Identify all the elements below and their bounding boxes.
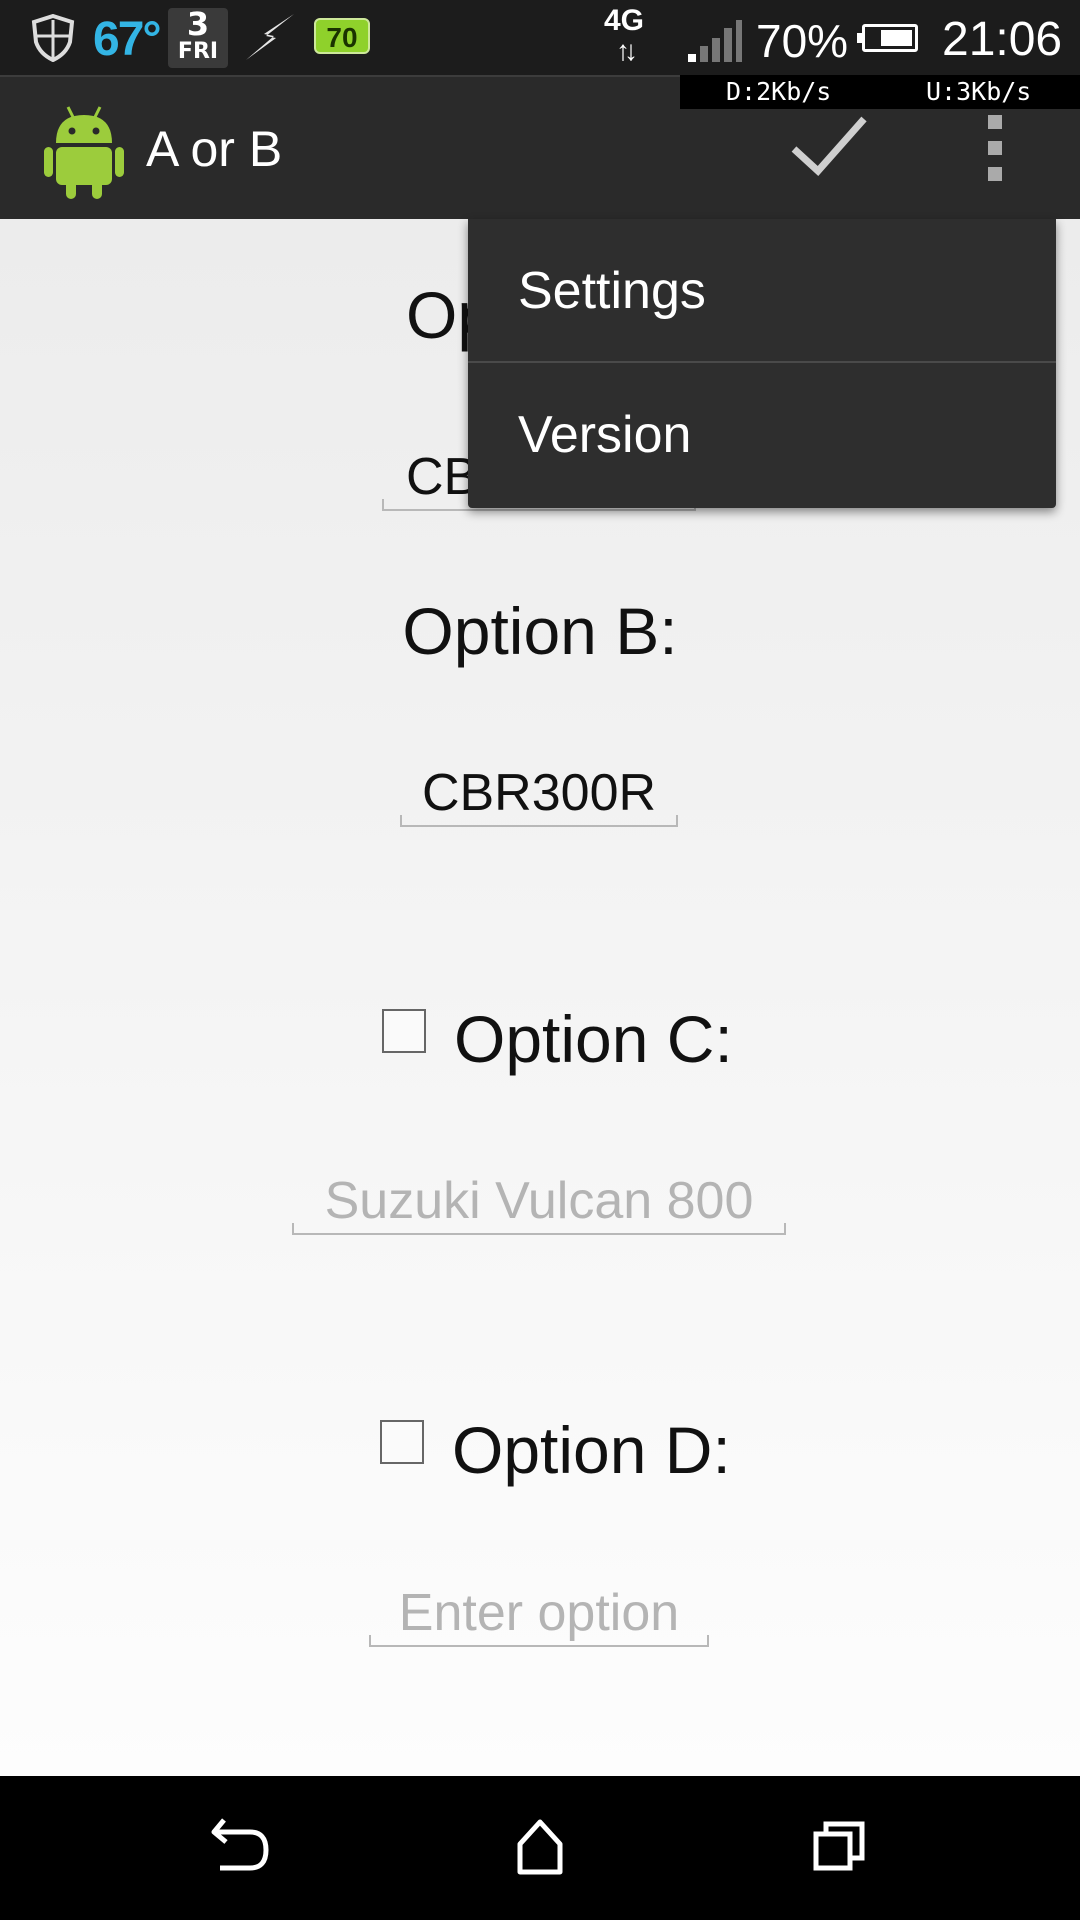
- recents-icon: [813, 1821, 865, 1871]
- date-day: FRI: [177, 39, 219, 64]
- back-button[interactable]: [180, 1806, 300, 1890]
- option-c-checkbox[interactable]: [382, 1009, 426, 1053]
- date-widget: 3 FRI: [168, 8, 228, 68]
- signal-icon: [686, 18, 744, 69]
- temperature-text: 67°: [93, 13, 162, 66]
- network-type: 4G: [604, 4, 645, 37]
- data-arrows-icon: ↑↓: [616, 35, 638, 66]
- clock: 21:06: [942, 13, 1063, 66]
- option-d-field[interactable]: Enter option: [369, 1581, 709, 1647]
- home-icon: [517, 1819, 563, 1875]
- battery-badge: 70: [314, 18, 370, 54]
- battery-percent: 70%: [756, 15, 849, 67]
- shield-icon: [30, 13, 76, 67]
- date-number: 3: [186, 5, 210, 43]
- android-icon[interactable]: [44, 103, 124, 204]
- checkmark-icon: [791, 116, 867, 176]
- network-speed-bar: D:2Kb/s U:3Kb/s: [680, 75, 1080, 109]
- home-button[interactable]: [480, 1806, 600, 1890]
- battery-icon: [857, 24, 918, 52]
- recents-button[interactable]: [780, 1806, 900, 1890]
- option-c-field[interactable]: Suzuki Vulcan 800: [292, 1169, 786, 1235]
- back-icon: [211, 1818, 269, 1871]
- done-button[interactable]: [776, 109, 886, 189]
- option-c-label: Option C:: [454, 1002, 733, 1076]
- lightning-icon: [242, 12, 298, 67]
- option-d-label: Option D:: [452, 1413, 731, 1487]
- option-b-label: Option B:: [402, 594, 678, 668]
- battery-fill: [881, 30, 912, 46]
- overflow-menu-button[interactable]: [970, 113, 1024, 189]
- status-bar: 67° 3 FRI 70 4G ↑↓ 70% 21:06: [0, 0, 1080, 75]
- upload-speed: U:3Kb/s: [926, 77, 1032, 106]
- option-b-field[interactable]: CBR300R: [400, 761, 678, 827]
- option-d-checkbox[interactable]: [380, 1420, 424, 1464]
- menu-item-settings[interactable]: Settings: [468, 219, 1056, 363]
- overflow-menu: Settings Version: [468, 219, 1056, 508]
- download-speed: D:2Kb/s: [726, 77, 832, 106]
- navigation-bar: [0, 1776, 1080, 1920]
- menu-item-version[interactable]: Version: [468, 363, 1056, 507]
- app-title: A or B: [146, 121, 283, 177]
